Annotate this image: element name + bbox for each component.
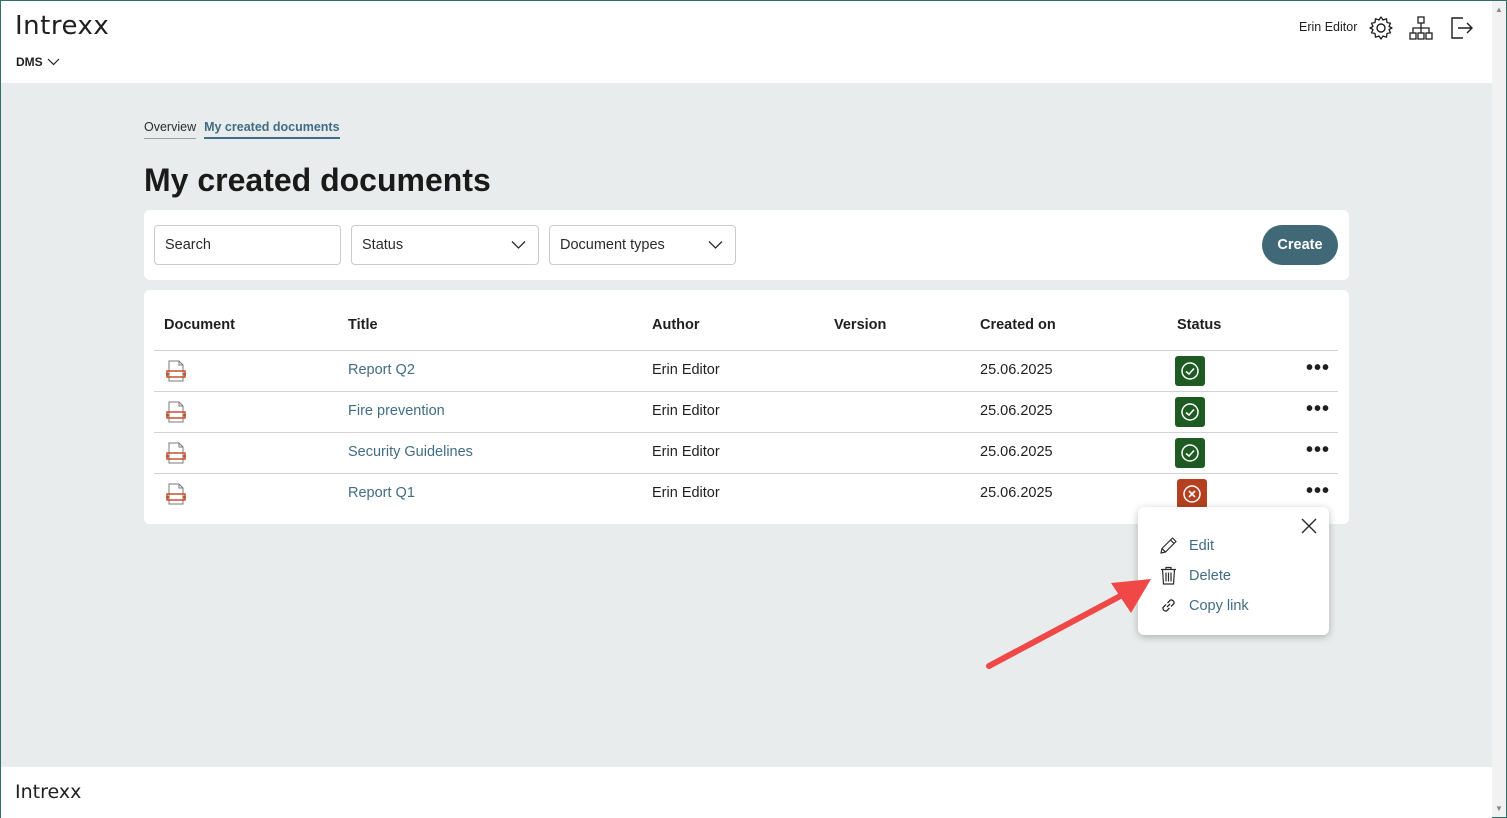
top-bar: Intrexx DMS Erin Editor [1,1,1492,83]
tab-overview[interactable]: Overview [144,120,197,139]
more-actions-button[interactable]: ••• [1306,399,1330,419]
column-header-status[interactable]: Status [1177,317,1221,333]
menu-item-delete[interactable]: Delete [1158,565,1231,586]
x-circle-icon [1183,485,1201,503]
search-input[interactable] [165,237,340,253]
menu-item-copy-link-label: Copy link [1189,597,1249,614]
scrollbar[interactable]: ▲ ▼ [1492,1,1506,817]
scroll-up-icon[interactable]: ▲ [1495,5,1503,14]
column-header-author[interactable]: Author [652,317,700,333]
status-select[interactable]: Status [351,225,539,265]
more-actions-button[interactable]: ••• [1306,358,1330,378]
logout-icon[interactable] [1448,15,1474,41]
pdf-document-icon[interactable] [164,400,188,424]
link-icon [1162,599,1175,612]
table-row: Security Guidelines Erin Editor 25.06.20… [154,432,1338,473]
filter-bar: Status Document types Create [144,210,1349,280]
app-switcher[interactable]: DMS [16,55,60,69]
document-author: Erin Editor [652,362,720,378]
pdf-document-icon[interactable] [164,359,188,383]
document-title-link[interactable]: Report Q1 [348,485,415,501]
document-types-select[interactable]: Document types [549,225,736,265]
column-header-document[interactable]: Document [164,317,235,333]
main-content: Overview My created documents My created… [1,83,1492,767]
status-select-label: Status [362,237,404,253]
more-actions-button[interactable]: ••• [1306,440,1330,460]
document-author: Erin Editor [652,403,720,419]
document-title-link[interactable]: Report Q2 [348,362,415,378]
sitemap-icon[interactable] [1408,15,1434,41]
check-circle-icon [1181,362,1199,380]
chevron-down-icon [47,58,60,66]
annotation-arrow [986,579,1151,669]
column-header-version[interactable]: Version [834,317,886,333]
document-author: Erin Editor [652,485,720,501]
document-created-on: 25.06.2025 [980,485,1053,501]
status-rejected-badge [1177,479,1207,509]
check-circle-icon [1181,444,1199,462]
menu-item-edit-label: Edit [1189,537,1214,554]
column-header-title[interactable]: Title [348,317,378,333]
menu-item-copy-link[interactable]: Copy link [1158,595,1249,616]
document-created-on: 25.06.2025 [980,444,1053,460]
document-types-select-label: Document types [560,237,665,253]
table-row: Fire prevention Erin Editor 25.06.2025 •… [154,391,1338,432]
pdf-document-icon[interactable] [164,441,188,465]
documents-table: Document Title Author Version Created on… [144,290,1349,524]
chevron-down-icon [708,241,723,249]
close-icon[interactable] [1300,517,1318,535]
document-title-link[interactable]: Fire prevention [348,403,445,419]
app-switcher-label: DMS [16,55,43,69]
scroll-down-icon[interactable]: ▼ [1495,804,1503,813]
more-actions-button[interactable]: ••• [1306,481,1330,501]
menu-item-edit[interactable]: Edit [1158,535,1214,556]
intrexx-logo[interactable]: Intrexx [15,11,109,41]
document-created-on: 25.06.2025 [980,403,1053,419]
chevron-down-icon [511,241,526,249]
page-title: My created documents [144,162,491,198]
footer-logo: Intrexx [15,781,82,803]
status-approved-badge [1175,438,1205,468]
user-name[interactable]: Erin Editor [1299,20,1357,34]
check-circle-icon [1181,403,1199,421]
gear-icon[interactable] [1368,15,1394,41]
create-button[interactable]: Create [1262,225,1338,265]
pdf-document-icon[interactable] [164,482,188,506]
document-title-link[interactable]: Security Guidelines [348,444,473,460]
tab-bar: Overview My created documents [144,120,340,139]
document-created-on: 25.06.2025 [980,362,1053,378]
tab-my-created-documents[interactable]: My created documents [204,120,340,139]
menu-item-delete-label: Delete [1189,567,1231,584]
table-row: Report Q2 Erin Editor 25.06.2025 ••• [154,350,1338,391]
column-header-created-on[interactable]: Created on [980,317,1056,333]
search-field[interactable] [154,225,341,265]
trash-icon [1161,566,1176,585]
document-author: Erin Editor [652,444,720,460]
pencil-icon [1160,537,1177,554]
status-approved-badge [1175,397,1205,427]
footer: Intrexx [1,767,1492,818]
row-actions-menu: Edit Delete Copy link [1138,507,1329,635]
status-approved-badge [1175,356,1205,386]
